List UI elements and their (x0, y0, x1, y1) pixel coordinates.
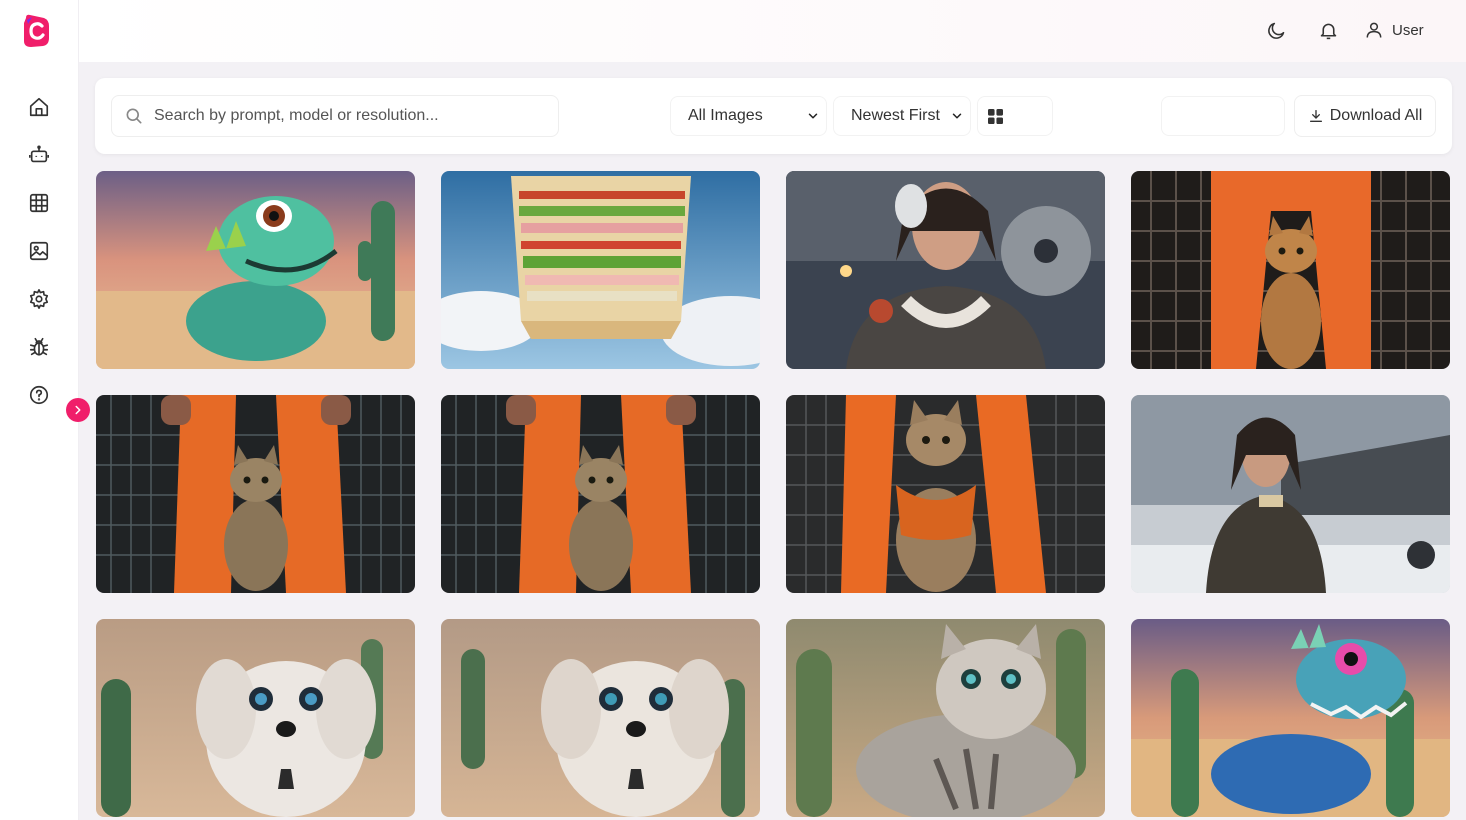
grid-view-toggle[interactable] (977, 96, 1053, 136)
image-gallery (96, 171, 1451, 817)
notifications-button[interactable] (1316, 18, 1340, 42)
user-icon (1366, 22, 1382, 38)
download-all-button[interactable]: Download All (1294, 95, 1436, 137)
gallery-image[interactable] (786, 171, 1105, 369)
blue-dinosaur-image (1131, 619, 1450, 817)
gallery-image[interactable] (1131, 619, 1450, 817)
search-bar[interactable] (111, 95, 559, 137)
moon-icon (1267, 22, 1284, 39)
sidebar-item-settings[interactable] (27, 287, 51, 311)
theme-toggle-button[interactable] (1264, 18, 1288, 42)
gallery-image[interactable] (786, 619, 1105, 817)
gallery-image[interactable] (96, 619, 415, 817)
pilot-image (786, 171, 1105, 369)
filter-select-value: All Images (688, 107, 763, 124)
grid-view-icon (988, 108, 1003, 124)
gallery-image[interactable] (1131, 171, 1450, 369)
gallery-image[interactable] (441, 395, 760, 593)
gallery-image[interactable] (96, 395, 415, 593)
cat-jumpsuit-image (1131, 171, 1450, 369)
cat-vest-image (786, 395, 1105, 593)
sidebar-item-help[interactable] (27, 383, 51, 407)
gallery-image[interactable] (441, 171, 760, 369)
robot-icon (29, 145, 49, 163)
filter-select[interactable]: All Images (670, 96, 827, 136)
sidebar-item-bot[interactable] (27, 143, 51, 167)
sidebar-item-home[interactable] (27, 95, 51, 119)
sort-select[interactable]: Newest First (833, 96, 971, 136)
sandwich-image (441, 171, 760, 369)
sort-select-value: Newest First (851, 107, 940, 124)
home-icon (29, 97, 49, 117)
bug-icon (29, 337, 49, 356)
puppy-image (441, 619, 760, 817)
snow-pilot-image (1131, 395, 1450, 593)
gallery-image[interactable] (786, 395, 1105, 593)
chevron-right-icon (75, 405, 81, 415)
puppy-image (96, 619, 415, 817)
sidebar-collapse-button[interactable] (66, 398, 90, 422)
gear-icon (29, 289, 49, 309)
empty-action-button[interactable] (1161, 96, 1285, 136)
c-logo-icon[interactable] (22, 14, 50, 48)
kitten-image (786, 619, 1105, 817)
help-circle-icon (29, 385, 49, 405)
sidebar-item-debug[interactable] (27, 335, 51, 359)
user-label: User (1392, 21, 1424, 39)
gallery-toolbar: All Images Newest First Download All (95, 78, 1452, 154)
user-menu-button[interactable]: User (1364, 16, 1424, 44)
search-input[interactable] (154, 107, 534, 125)
chevron-down-icon (808, 113, 818, 119)
top-header (79, 0, 1466, 62)
download-all-label: Download All (1329, 107, 1423, 124)
bell-icon (1320, 23, 1336, 39)
dinosaur-image (96, 171, 415, 369)
sidebar-item-grid[interactable] (27, 191, 51, 215)
cat-trousers-image (441, 395, 760, 593)
gallery-image[interactable] (1131, 395, 1450, 593)
sidebar-item-gallery[interactable] (27, 239, 51, 263)
grid-icon (29, 193, 49, 213)
download-icon (1309, 110, 1322, 122)
gallery-image[interactable] (96, 171, 415, 369)
image-icon (29, 241, 49, 261)
search-icon (126, 108, 142, 124)
gallery-image[interactable] (441, 619, 760, 817)
chevron-down-icon (952, 113, 962, 119)
cat-trousers-image (96, 395, 415, 593)
